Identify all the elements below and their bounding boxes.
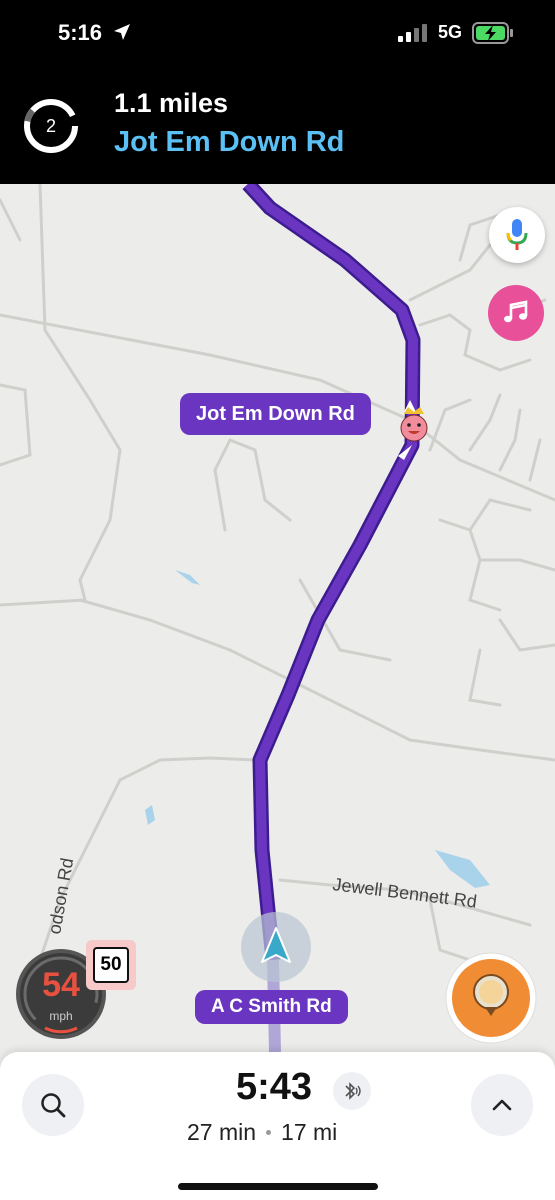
chevron-up-icon — [492, 1099, 512, 1111]
expand-panel-button[interactable] — [471, 1074, 533, 1136]
bluetooth-audio-button[interactable] — [333, 1072, 371, 1110]
report-button[interactable] — [445, 952, 537, 1044]
speed-limit-value: 50 — [93, 947, 129, 983]
trip-summary: 27 min 17 mi — [187, 1119, 337, 1146]
music-note-icon — [504, 300, 528, 323]
speed-unit: mph — [49, 1009, 73, 1023]
current-road-label: A C Smith Rd — [195, 990, 348, 1024]
turn-distance: 1.1 miles — [114, 88, 229, 118]
road-label-dodson: odson Rd — [44, 856, 77, 935]
google-mic-icon — [506, 219, 528, 250]
separator-dot — [266, 1130, 272, 1135]
bluetooth-audio-icon — [345, 1082, 361, 1100]
search-button[interactable] — [22, 1074, 84, 1136]
next-street-name: Jot Em Down Rd — [114, 126, 345, 158]
map-view[interactable]: Jewell Bennett Rd odson Rd — [0, 184, 555, 1200]
location-arrow-icon — [114, 24, 130, 40]
turn-street-label: Jot Em Down Rd — [180, 393, 371, 435]
music-button[interactable] — [488, 285, 544, 341]
road-label-jewell-bennett: Jewell Bennett Rd — [332, 874, 478, 912]
trip-distance: 17 mi — [281, 1119, 338, 1145]
battery-charging-icon — [472, 22, 513, 44]
roundabout-exit-number: 2 — [45, 116, 56, 136]
trip-duration: 27 min — [187, 1119, 257, 1145]
eta-time: 5:43 — [236, 1066, 313, 1108]
home-indicator[interactable] — [178, 1183, 378, 1190]
cellular-signal-icon — [398, 24, 427, 42]
search-icon — [41, 1093, 66, 1118]
voice-command-button[interactable] — [489, 207, 545, 263]
network-type: 5G — [438, 22, 463, 42]
status-time: 5:16 — [58, 20, 103, 45]
